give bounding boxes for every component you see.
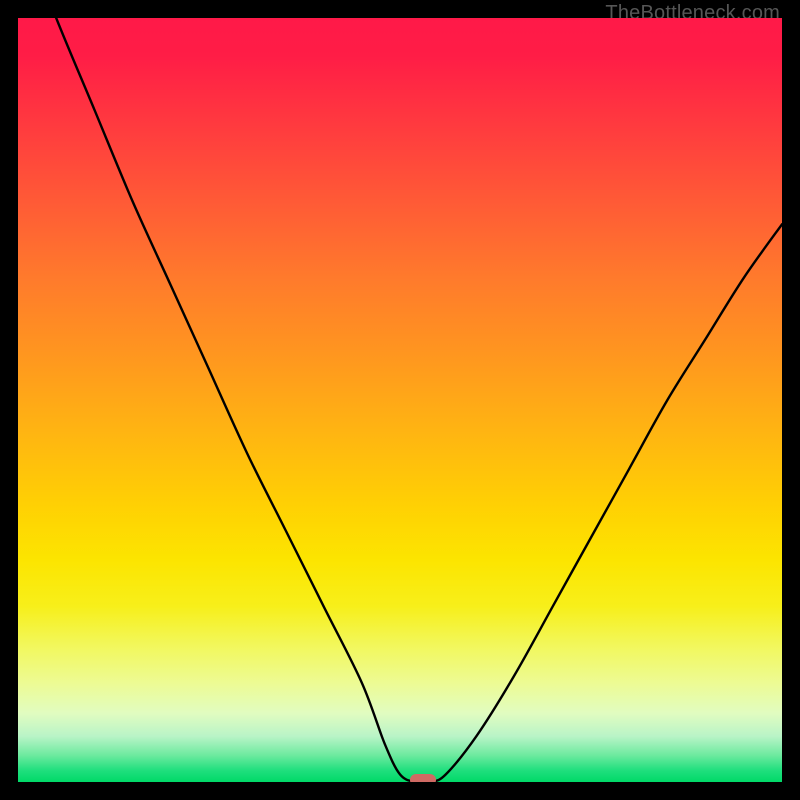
curve-path <box>18 18 782 782</box>
minimum-marker <box>410 774 436 782</box>
chart-frame: TheBottleneck.com <box>0 0 800 800</box>
bottleneck-curve <box>18 18 782 782</box>
plot-area <box>18 18 782 782</box>
